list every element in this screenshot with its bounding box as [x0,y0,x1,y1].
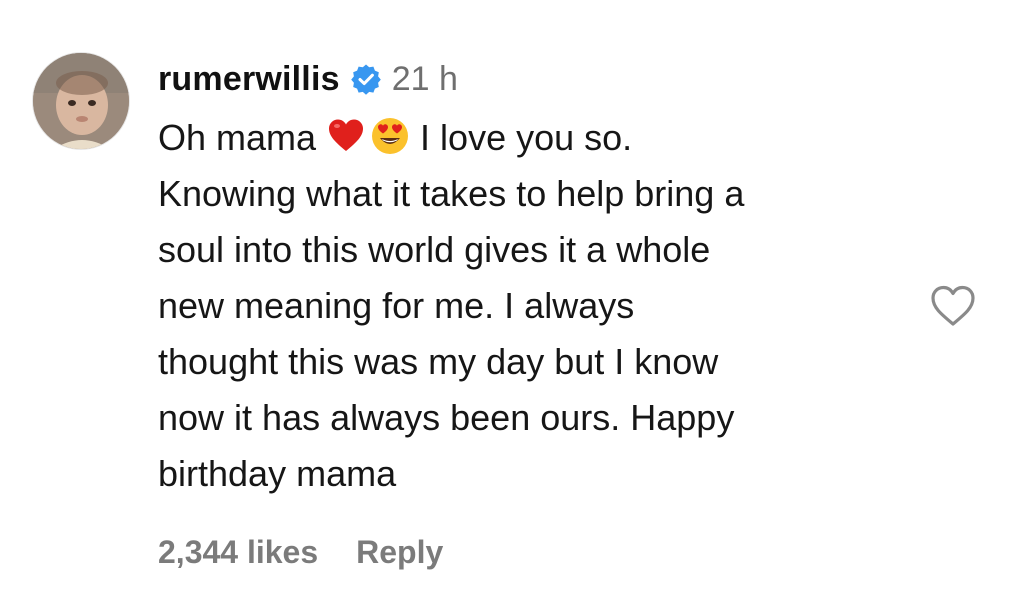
likes-count[interactable]: 2,344 likes [158,534,318,571]
heart-eyes-emoji-icon [370,116,410,156]
comment-header: rumerwillis 21 h [158,56,898,102]
red-heart-icon [326,116,366,156]
reply-button[interactable]: Reply [356,534,443,571]
comment-line: soul into this world gives it a whole [158,229,711,270]
comment-footer: 2,344 likes Reply [158,528,443,576]
comment-line: new meaning for me. I always [158,285,635,326]
comment-line: Knowing what it takes to help bring a [158,173,745,214]
avatar[interactable] [32,52,130,150]
comment-timestamp[interactable]: 21 h [392,56,458,102]
comment-text-end: I love you so. [410,117,633,158]
comment-body: rumerwillis 21 h Oh mama I love you so. … [158,56,898,502]
comment-line: thought this was my day but I know [158,341,719,382]
comment-line: now it has always been ours. Happy [158,397,735,438]
username[interactable]: rumerwillis [158,56,340,102]
comment-line-1: Oh mama I love you so. [158,110,898,166]
avatar-photo [33,53,129,149]
heart-outline-icon[interactable] [928,283,978,329]
comment-line: birthday mama [158,453,397,494]
comment-text: Oh mama I love you so. Knowing what it t… [158,110,898,502]
verified-badge-icon [350,63,382,95]
comment: rumerwillis 21 h Oh mama I love you so. … [0,0,1024,599]
comment-text-start: Oh mama [158,117,327,158]
